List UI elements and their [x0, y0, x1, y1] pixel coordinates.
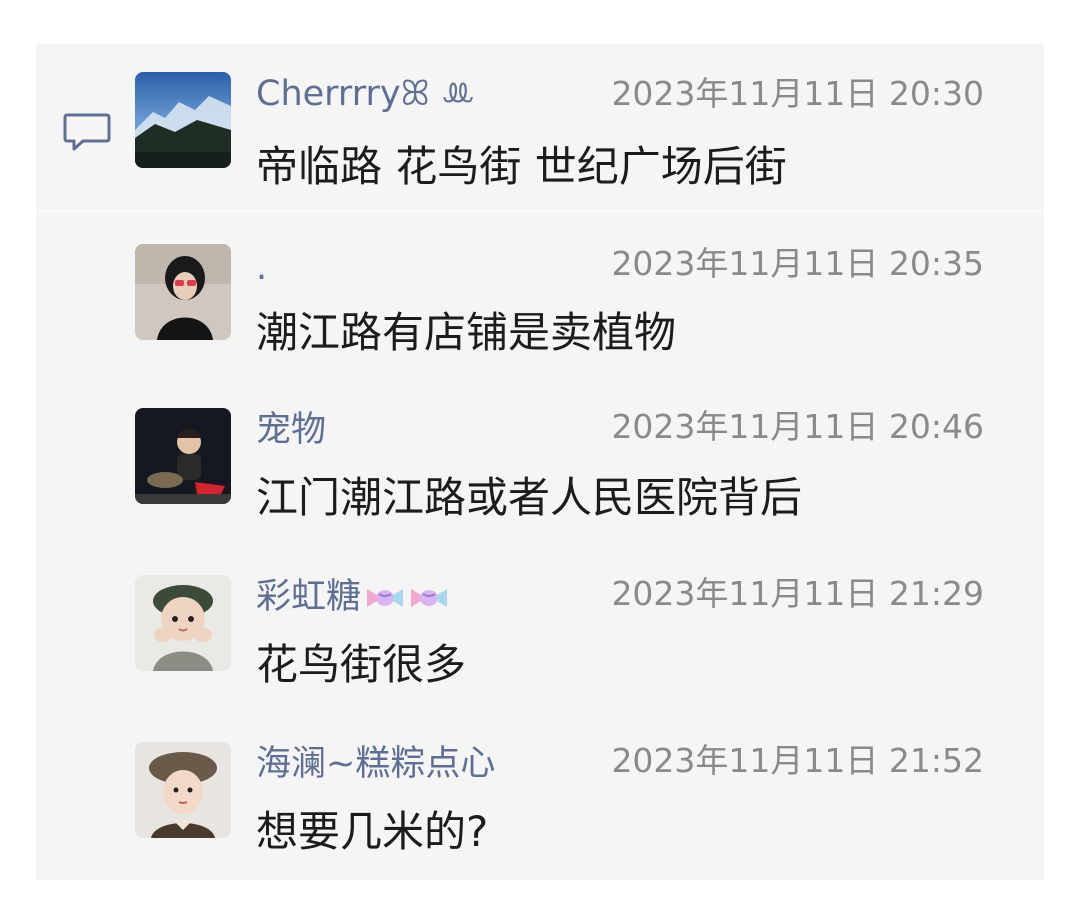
comment-text: 想要几米的?	[256, 807, 489, 856]
reply-item[interactable]: . 2023年11月11日 20:35 潮江路有店铺是卖植物	[0, 240, 1080, 400]
avatar-image-woman-hat	[135, 742, 231, 838]
avatar-image-child	[135, 408, 231, 504]
candy-icon	[367, 589, 404, 607]
reply-item[interactable]: 宠物 2023年11月11日 20:46 江门潮江路或者人民医院背后	[0, 405, 1080, 565]
comment-text: 江门潮江路或者人民医院背后	[256, 473, 803, 522]
comment-time: 2023年11月11日 20:30	[611, 74, 984, 113]
comment-text: 帝临路 花鸟街 世纪广场后街	[256, 142, 787, 191]
avatar[interactable]	[135, 408, 231, 504]
reply-item[interactable]: 海澜~糕粽点心 2023年11月11日 21:52 想要几米的?	[0, 739, 1080, 899]
commenter-name[interactable]: 宠物	[256, 408, 326, 452]
comment-time: 2023年11月11日 21:52	[611, 741, 984, 780]
commenter-name[interactable]: 彩虹糖	[256, 575, 449, 619]
candy-icon	[411, 589, 448, 607]
avatar-image-toddler	[135, 575, 231, 671]
comment-text: 潮江路有店铺是卖植物	[256, 308, 677, 357]
comment-time: 2023年11月11日 20:35	[611, 244, 984, 283]
comment-time: 2023年11月11日 20:46	[611, 407, 984, 446]
commenter-name[interactable]: 海澜~糕粽点心	[256, 742, 495, 786]
avatar[interactable]	[135, 244, 231, 340]
reply-item[interactable]: 彩虹糖 2023年11月11日 21:29 花鸟街很多	[0, 572, 1080, 732]
commenter-name[interactable]: Cherrrryꕤ ꔛ	[256, 72, 475, 116]
commenter-name[interactable]: .	[256, 246, 267, 290]
avatar[interactable]	[135, 72, 231, 168]
avatar-image-mountain	[135, 72, 231, 168]
main-comment[interactable]: Cherrrryꕤ ꔛ 2023年11月11日 20:30 帝临路 花鸟街 世纪…	[0, 70, 1080, 230]
avatar-image-woman-sunglasses	[135, 244, 231, 340]
comment-text: 花鸟街很多	[256, 640, 467, 689]
avatar[interactable]	[135, 742, 231, 838]
avatar[interactable]	[135, 575, 231, 671]
comment-time: 2023年11月11日 21:29	[611, 574, 984, 613]
